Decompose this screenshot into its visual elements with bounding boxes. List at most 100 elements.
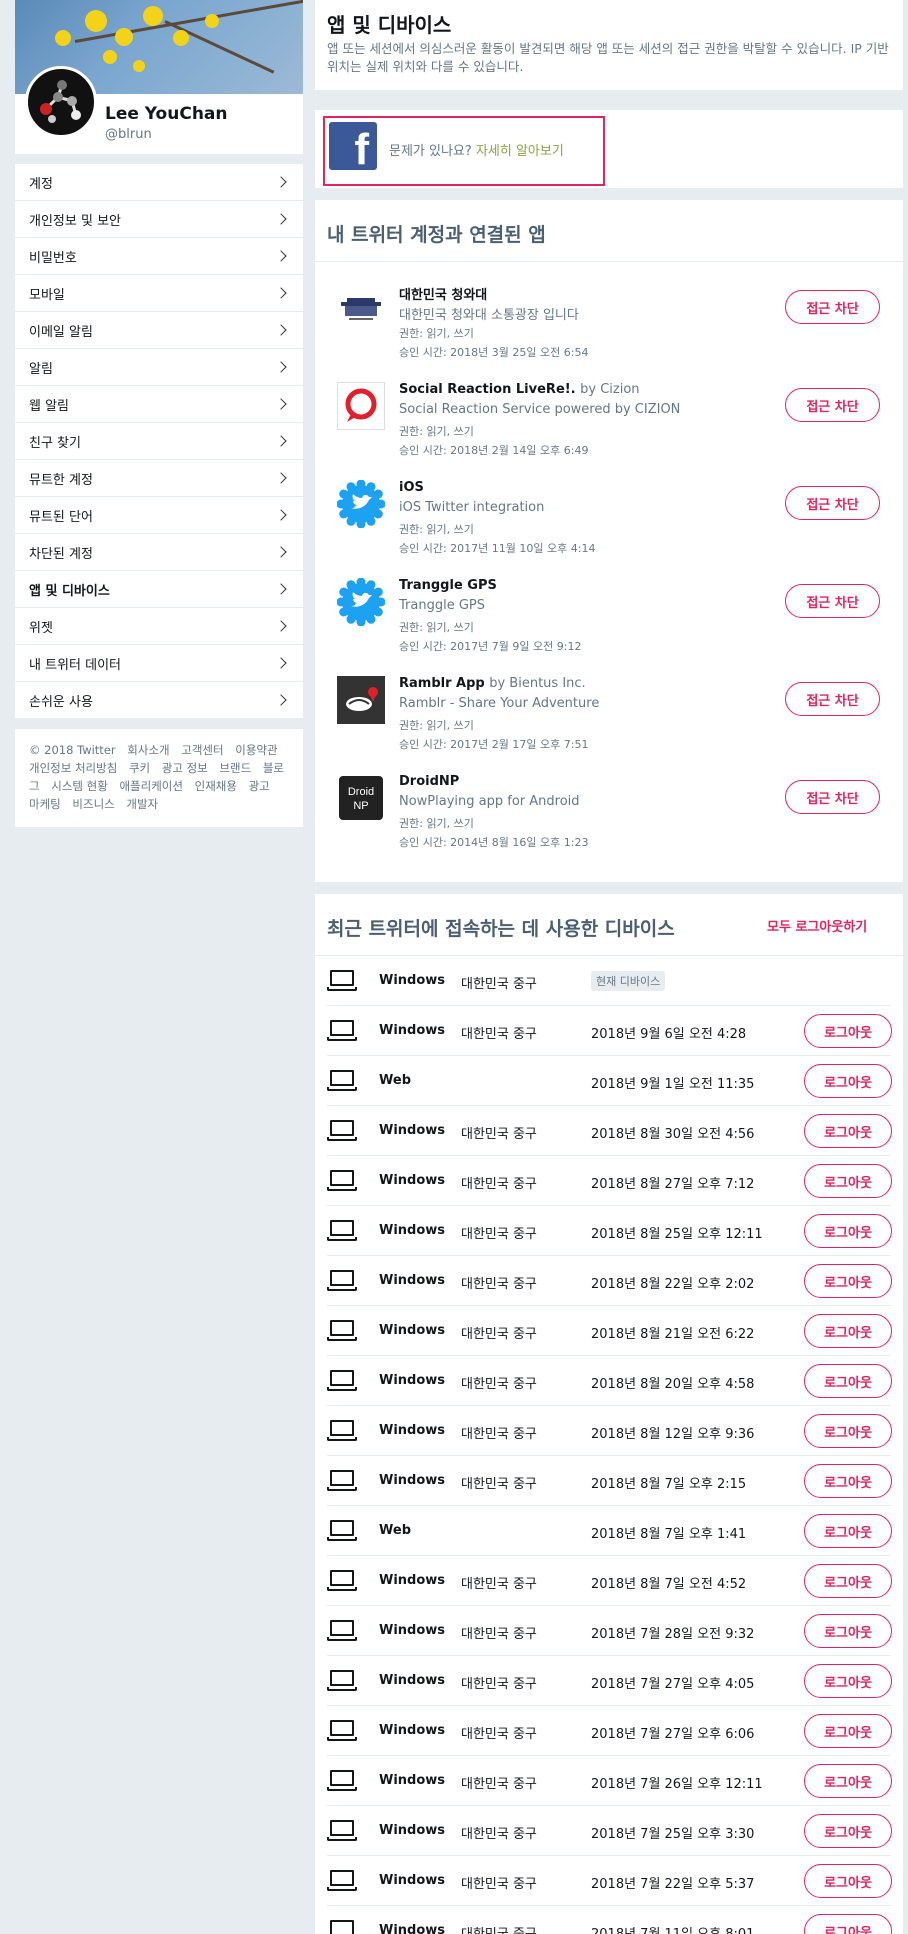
menu-item[interactable]: 뮤트된 단어 [15, 497, 303, 534]
app-permissions: 권한: 읽기, 쓰기 [399, 425, 474, 438]
footer-link[interactable]: 쿠키 [129, 761, 150, 775]
logout-button[interactable]: 로그아웃 [804, 1464, 892, 1498]
revoke-access-button[interactable]: 접근 차단 [785, 388, 880, 422]
device-os: Windows [379, 1173, 446, 1188]
logout-button[interactable]: 로그아웃 [804, 1664, 892, 1698]
logout-button[interactable]: 로그아웃 [804, 1814, 892, 1848]
footer-link[interactable]: 시스템 현황 [51, 779, 108, 793]
svg-text:NP: NP [353, 800, 368, 812]
learn-more-link[interactable]: 자세히 알아보기 [476, 144, 564, 159]
logout-button[interactable]: 로그아웃 [804, 1264, 892, 1298]
menu-item[interactable]: 모바일 [15, 275, 303, 312]
menu-item[interactable]: 손쉬운 사용 [15, 682, 303, 719]
logout-button[interactable]: 로그아웃 [804, 1214, 892, 1248]
footer-link[interactable]: 고객센터 [181, 743, 223, 757]
logout-button[interactable]: 로그아웃 [804, 1714, 892, 1748]
menu-item-label: 알림 [29, 361, 53, 377]
logout-button[interactable]: 로그아웃 [804, 1014, 892, 1048]
device-os: Windows [379, 1573, 446, 1588]
chevron-right-icon [275, 361, 287, 373]
app-approved-time: 승인 시간: 2017년 7월 9일 오전 9:12 [399, 640, 582, 653]
menu-item-label: 웹 알림 [29, 398, 70, 414]
footer-link[interactable]: 광고 정보 [162, 761, 208, 775]
app-description: Tranggle GPS [399, 598, 485, 613]
device-last-access: 2018년 7월 26일 오후 12:11 [591, 1777, 763, 1792]
menu-item[interactable]: 웹 알림 [15, 386, 303, 423]
menu-item-label: 내 트위터 데이터 [29, 657, 121, 673]
footer-link[interactable]: 개인정보 처리방침 [29, 761, 117, 775]
chevron-right-icon [275, 324, 287, 336]
footer-link[interactable]: 개발자 [126, 797, 158, 811]
logout-all-button[interactable]: 모두 로그아웃하기 [767, 916, 867, 935]
footer-link[interactable]: 브랜드 [219, 761, 251, 775]
menu-item[interactable]: 이메일 알림 [15, 312, 303, 349]
footer-link[interactable]: 애플리케이션 [119, 779, 182, 793]
revoke-access-button[interactable]: 접근 차단 [785, 290, 880, 324]
logout-button[interactable]: 로그아웃 [804, 1614, 892, 1648]
device-os: Windows [379, 1473, 446, 1488]
logout-button[interactable]: 로그아웃 [804, 1864, 892, 1898]
logout-button[interactable]: 로그아웃 [804, 1364, 892, 1398]
logout-button[interactable]: 로그아웃 [804, 1514, 892, 1548]
profile-name[interactable]: Lee YouChan [105, 104, 228, 124]
logout-button[interactable]: 로그아웃 [804, 1564, 892, 1598]
revoke-access-button[interactable]: 접근 차단 [785, 584, 880, 618]
laptop-icon [327, 1920, 357, 1934]
footer-link[interactable]: 비즈니스 [72, 797, 114, 811]
footer-link[interactable]: 회사소개 [127, 743, 169, 757]
logout-button[interactable]: 로그아웃 [804, 1114, 892, 1148]
device-row: Web 2018년 8월 7일 오후 1:41 로그아웃 [327, 1506, 892, 1556]
app-item: iOS iOS Twitter integration 권한: 읽기, 쓰기 승인 시… [315, 466, 903, 564]
footer-links: © 2018 Twitter 회사소개 고객센터 이용약관 개인정보 처리방침 … [15, 729, 303, 827]
logout-button[interactable]: 로그아웃 [804, 1064, 892, 1098]
connected-apps: 내 트위터 계정과 연결된 앱 대한민국 청와대 대한민국 청와대 소통광장 입니… [315, 200, 903, 882]
revoke-access-button[interactable]: 접근 차단 [785, 780, 880, 814]
device-os: Windows [379, 1423, 446, 1438]
menu-item[interactable]: 친구 찾기 [15, 423, 303, 460]
device-last-access: 2018년 7월 27일 오후 4:05 [591, 1677, 755, 1692]
menu-item[interactable]: 내 트위터 데이터 [15, 645, 303, 682]
device-last-access: 2018년 9월 6일 오전 4:28 [591, 1027, 747, 1042]
current-device-badge: 현재 디바이스 [591, 971, 666, 991]
menu-item[interactable]: 개인정보 및 보안 [15, 201, 303, 238]
device-last-access: 2018년 8월 7일 오전 4:52 [591, 1577, 747, 1592]
logout-button[interactable]: 로그아웃 [804, 1314, 892, 1348]
logout-button[interactable]: 로그아웃 [804, 1164, 892, 1198]
twitter-gear-icon [336, 479, 386, 529]
device-last-access: 2018년 8월 27일 오후 7:12 [591, 1177, 755, 1192]
revoke-access-button[interactable]: 접근 차단 [785, 486, 880, 520]
menu-item[interactable]: 비밀번호 [15, 238, 303, 275]
footer-link[interactable]: 인재채용 [195, 779, 237, 793]
footer-link[interactable]: 광고 [249, 779, 270, 793]
device-location: 대한민국 중구 [461, 1577, 537, 1592]
revoke-access-button[interactable]: 접근 차단 [785, 682, 880, 716]
device-os: Web [379, 1073, 411, 1088]
avatar[interactable] [25, 66, 97, 138]
menu-item[interactable]: 뮤트한 계정 [15, 460, 303, 497]
menu-item[interactable]: 계정 [15, 164, 303, 201]
device-row: Windows 대한민국 중구 2018년 7월 27일 오후 6:06 로그아웃 [327, 1706, 892, 1756]
laptop-icon [327, 1020, 357, 1042]
device-os: Windows [379, 1223, 446, 1238]
menu-item[interactable]: 차단된 계정 [15, 534, 303, 571]
menu-item[interactable]: 앱 및 디바이스 [15, 571, 303, 608]
chevron-right-icon [275, 287, 287, 299]
chevron-right-icon [275, 472, 287, 484]
menu-item[interactable]: 위젯 [15, 608, 303, 645]
chevron-right-icon [275, 250, 287, 262]
menu-item[interactable]: 알림 [15, 349, 303, 386]
footer-link[interactable]: 마케팅 [29, 797, 61, 811]
app-name-text: iOS [399, 480, 424, 495]
devices-section-title: 최근 트위터에 접속하는 데 사용한 디바이스 [327, 918, 675, 940]
notice-question: 문제가 있나요? [389, 144, 472, 159]
profile-card[interactable]: Lee YouChan @blrun [15, 0, 303, 154]
logout-button[interactable]: 로그아웃 [804, 1764, 892, 1798]
laptop-icon [327, 1470, 357, 1492]
logout-button[interactable]: 로그아웃 [804, 1414, 892, 1448]
app-description: Ramblr - Share Your Adventure [399, 696, 600, 711]
logout-button[interactable]: 로그아웃 [804, 1914, 892, 1934]
laptop-icon [327, 1620, 357, 1642]
app-permissions: 권한: 읽기, 쓰기 [399, 817, 474, 830]
device-last-access: 2018년 8월 22일 오후 2:02 [591, 1277, 755, 1292]
footer-link[interactable]: 이용약관 [235, 743, 277, 757]
